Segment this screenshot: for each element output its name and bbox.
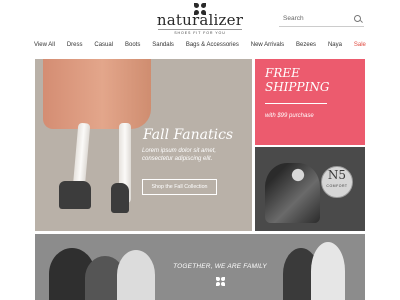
- nav-item-view-all[interactable]: View All: [34, 42, 55, 54]
- search-input[interactable]: Search: [283, 15, 304, 22]
- brand-flower-icon: [216, 277, 226, 287]
- site-header: naturalizer SHOES FIT FOR YOU Search: [0, 0, 400, 38]
- nav-item-boots[interactable]: Boots: [125, 42, 140, 54]
- logo-petal-icon: [194, 3, 199, 8]
- hero-image-boot: [59, 181, 91, 209]
- family-photo-person: [311, 242, 345, 300]
- nav-item-bags-accessories[interactable]: Bags & Accessories: [186, 42, 239, 54]
- nav-item-sandals[interactable]: Sandals: [152, 42, 174, 54]
- brand-logo[interactable]: naturalizer: [150, 11, 250, 29]
- n5-badge-text: N5: [327, 168, 347, 182]
- logo-petal-icon: [221, 282, 225, 286]
- main-nav: View All Dress Casual Boots Sandals Bags…: [34, 42, 366, 54]
- family-photo-person: [117, 250, 155, 300]
- brand-tagline: SHOES FIT FOR YOU: [158, 29, 242, 35]
- nav-item-dress[interactable]: Dress: [67, 42, 83, 54]
- logo-petal-icon: [201, 3, 206, 8]
- n5-badge-subtext: COMFORT: [326, 184, 348, 188]
- hero-image-coat: [43, 59, 151, 129]
- nav-item-sale[interactable]: Sale: [354, 42, 366, 54]
- family-banner-title: TOGETHER, WE ARE FAMILY: [173, 263, 267, 270]
- family-banner[interactable]: TOGETHER, WE ARE FAMILY: [35, 234, 365, 300]
- promo-subtitle: with $99 purchase: [265, 113, 314, 119]
- logo-petal-icon: [221, 277, 225, 281]
- promo-divider: [265, 103, 327, 104]
- logo-petal-icon: [216, 282, 220, 286]
- n5-badge: N5 COMFORT: [321, 166, 353, 198]
- hero-body-text: Lorem ipsum dolor sit amet, consectetur …: [142, 148, 217, 162]
- shop-fall-collection-button[interactable]: Shop the Fall Collection: [142, 179, 217, 195]
- nav-item-new-arrivals[interactable]: New Arrivals: [251, 42, 284, 54]
- logo-petal-icon: [216, 277, 220, 281]
- nav-item-bezees[interactable]: Bezees: [296, 42, 316, 54]
- hero-image-boot: [111, 183, 129, 213]
- promo-title: FREE SHIPPING: [265, 66, 330, 94]
- search-icon[interactable]: [354, 15, 361, 22]
- n5-comfort-promo[interactable]: N5 COMFORT: [255, 147, 365, 231]
- search-field[interactable]: Search: [279, 13, 364, 27]
- nav-item-naya[interactable]: Naya: [328, 42, 342, 54]
- n5-model-image: [265, 163, 320, 223]
- nav-item-casual[interactable]: Casual: [94, 42, 113, 54]
- free-shipping-promo[interactable]: FREE SHIPPING with $99 purchase: [255, 59, 365, 145]
- hero-title: Fall Fanatics: [143, 127, 234, 143]
- hero-banner[interactable]: Fall Fanatics Lorem ipsum dolor sit amet…: [35, 59, 252, 231]
